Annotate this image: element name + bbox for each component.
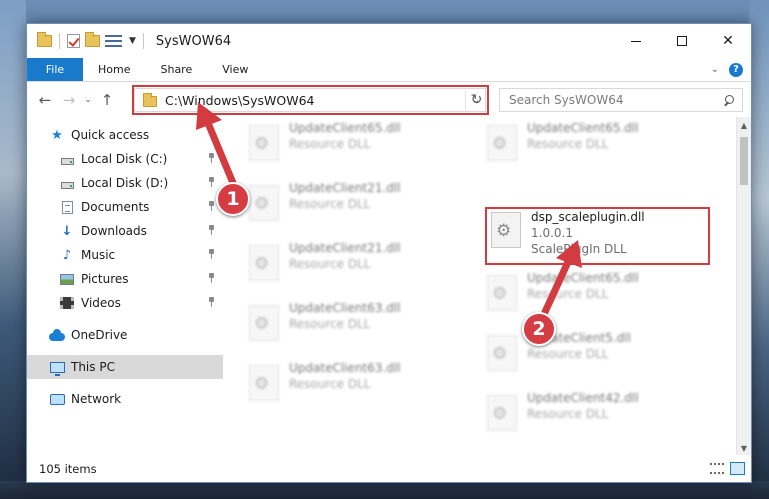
step-1-badge: 1 <box>216 182 250 216</box>
arrow-to-file-item <box>541 240 582 316</box>
annotation-arrows <box>196 102 582 316</box>
step-2-badge: 2 <box>522 312 556 346</box>
arrow-to-address-bar <box>196 102 237 187</box>
